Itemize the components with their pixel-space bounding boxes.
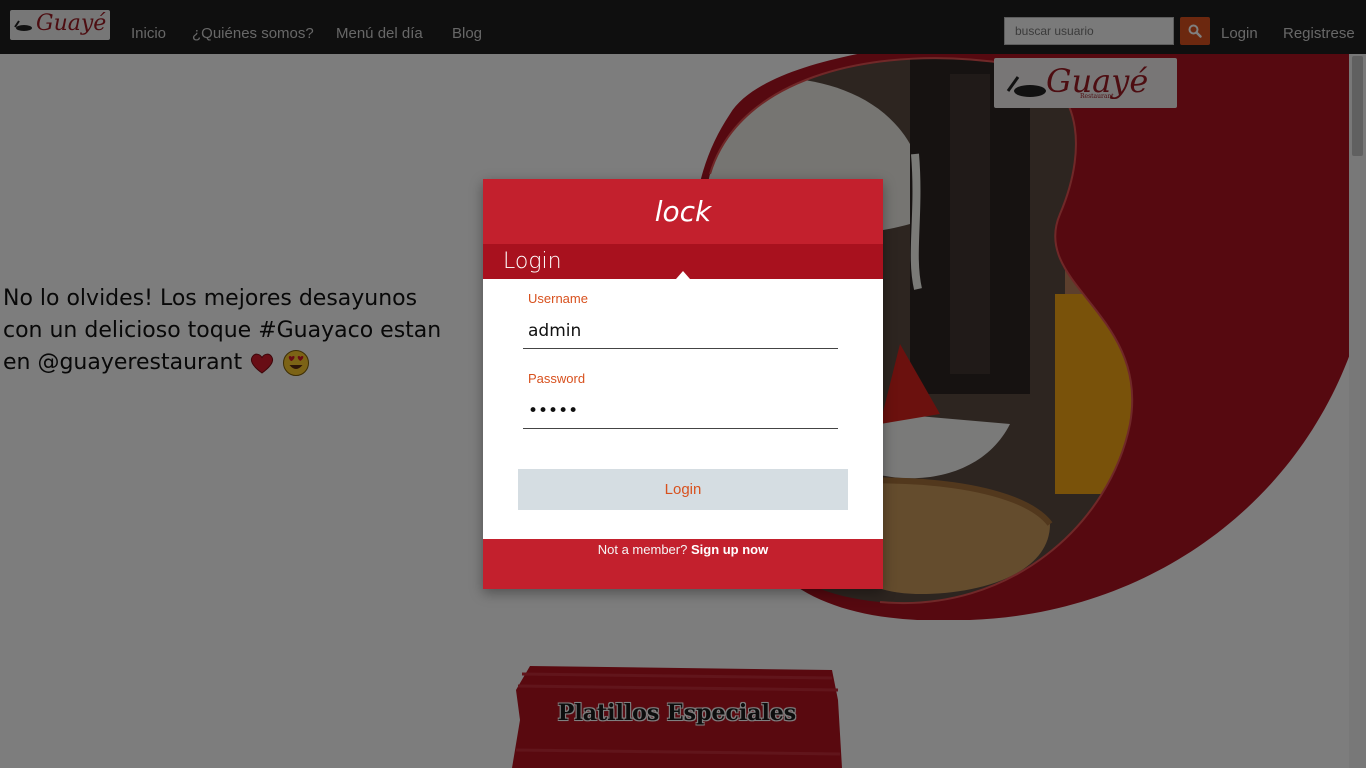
modal-title: lock xyxy=(483,179,883,244)
signup-link[interactable]: Sign up now xyxy=(691,542,768,557)
login-submit-button[interactable]: Login xyxy=(518,469,848,510)
password-label: Password xyxy=(528,371,586,386)
password-input[interactable]: ••••• xyxy=(523,395,838,429)
caret-up-icon xyxy=(676,271,690,279)
username-input[interactable]: admin xyxy=(523,315,838,349)
modal-subtitle: Login xyxy=(503,249,562,274)
signup-prompt: Not a member? xyxy=(597,542,688,557)
login-modal: lock Login Username admin Password •••••… xyxy=(483,179,883,589)
username-label: Username xyxy=(528,291,588,306)
modal-footer: Not a member? Sign up now xyxy=(483,539,883,589)
